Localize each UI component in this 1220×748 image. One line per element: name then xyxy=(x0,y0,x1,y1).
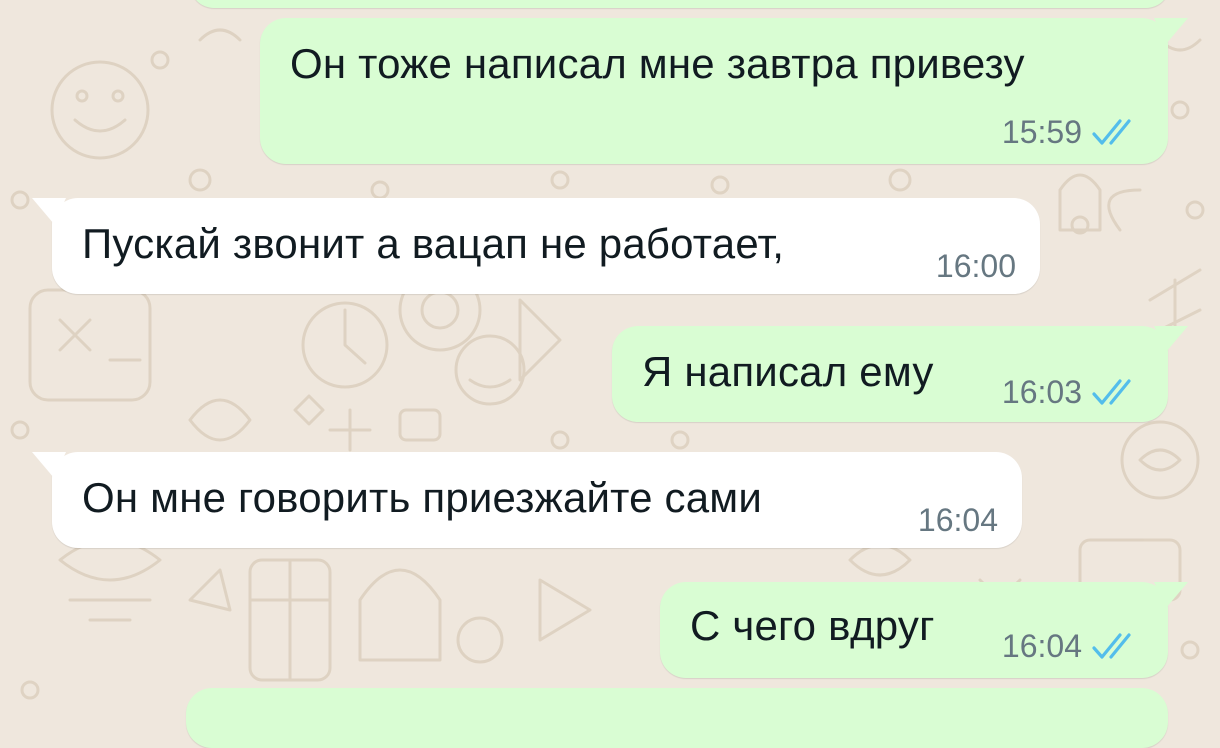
bubble-tail xyxy=(1154,582,1188,608)
message-bubble-incoming[interactable]: Пускай звонит а вацап не работает, 16:00 xyxy=(32,198,1040,294)
message-bubble-incoming[interactable]: Он мне говорить приезжайте сами 16:04 xyxy=(32,452,1022,548)
message-text: Пускай звонит а вацап не работает, xyxy=(82,220,785,267)
message-meta: 15:59 xyxy=(1002,114,1138,150)
double-check-read-icon xyxy=(1092,633,1131,659)
partial-message-bubble-top[interactable] xyxy=(190,0,1170,8)
bubble-tail xyxy=(32,198,66,224)
message-bubble-outgoing[interactable]: С чего вдруг 16:04 xyxy=(660,582,1188,678)
message-time: 15:59 xyxy=(1001,114,1082,150)
bubble-tail xyxy=(1154,18,1188,44)
message-text: С чего вдруг xyxy=(690,602,935,649)
message-meta: 16:03 xyxy=(1002,374,1138,410)
message-time: 16:04 xyxy=(917,502,998,538)
bubble-tail xyxy=(1154,326,1188,352)
message-meta: 16:04 xyxy=(1002,628,1138,664)
message-time: 16:03 xyxy=(1001,374,1082,410)
message-text: Я написал ему xyxy=(642,348,934,395)
message-meta: 16:00 xyxy=(936,248,1016,284)
partial-message-bubble-bottom[interactable] xyxy=(186,688,1168,748)
message-time: 16:04 xyxy=(1001,628,1082,664)
double-check-read-icon xyxy=(1092,119,1131,145)
message-text: Он мне говорить приезжайте сами xyxy=(82,474,763,521)
message-time: 16:00 xyxy=(935,248,1016,284)
bubble-tail xyxy=(32,452,66,478)
message-text: Он тоже написал мне завтра привезу xyxy=(290,40,1025,87)
message-meta: 16:04 xyxy=(918,502,998,538)
message-bubble-outgoing[interactable]: Он тоже написал мне завтра привезу 15:59 xyxy=(260,18,1188,164)
message-bubble-outgoing[interactable]: Я написал ему 16:03 xyxy=(612,326,1188,422)
double-check-read-icon xyxy=(1092,379,1131,405)
